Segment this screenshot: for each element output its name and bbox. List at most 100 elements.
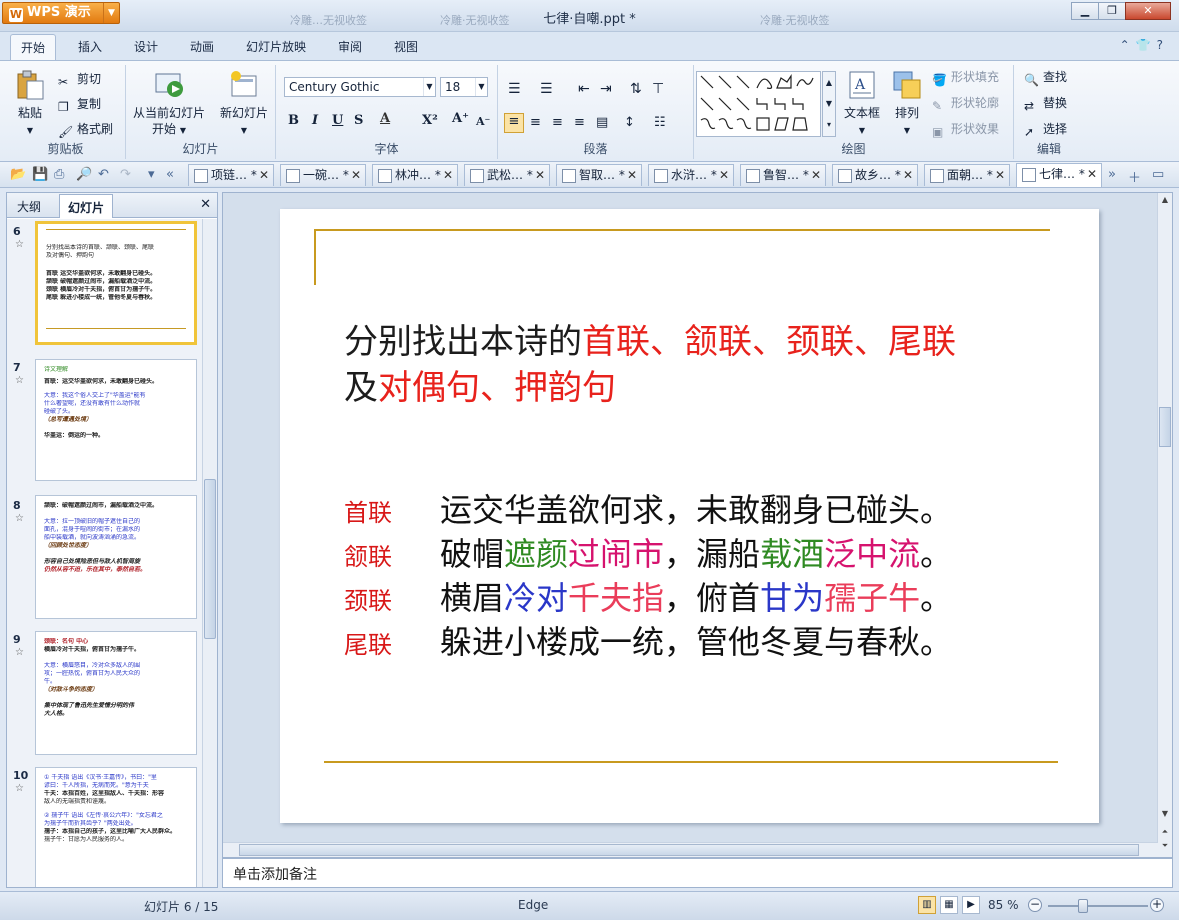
close-icon[interactable]: ✕ bbox=[811, 165, 821, 185]
zoom-slider-track[interactable] bbox=[1048, 905, 1148, 907]
slide-thumbnail[interactable]: 颈联：名句 中心 横眉冷对千夫指，俯首甘为孺子牛。 大意：横眉怒目，冷对众多敌人… bbox=[35, 631, 197, 755]
slide-thumbnail[interactable]: ① 千夫指 语出《汉书·王嘉传》，书曰："里 谚曰：千人所指，无病而死。"意为千… bbox=[35, 767, 197, 887]
superscript-button[interactable]: X² bbox=[422, 113, 438, 128]
vertical-scrollbar[interactable]: ▲ ▼ ⏶ ⏷ bbox=[1157, 193, 1172, 857]
notes-pane[interactable]: 单击添加备注 bbox=[222, 858, 1173, 888]
italic-button[interactable]: I bbox=[312, 113, 318, 128]
scroll-down-icon[interactable]: ▼ bbox=[1158, 809, 1172, 818]
close-icon[interactable]: ✕ bbox=[995, 165, 1005, 185]
increase-indent-icon[interactable]: ⇥ bbox=[600, 81, 612, 97]
scroll-up-icon[interactable]: ▲ bbox=[1158, 195, 1172, 204]
menu-view[interactable]: 视图 bbox=[394, 38, 418, 55]
paste-button[interactable]: 粘贴 ▼ bbox=[10, 69, 50, 139]
align-center-button[interactable]: ≡ bbox=[530, 115, 541, 131]
zoom-slider-handle[interactable] bbox=[1078, 899, 1088, 913]
find-button[interactable]: 🔍 查找 bbox=[1024, 69, 1067, 87]
shape-outline-button[interactable]: ✎ 形状轮廓 bbox=[932, 95, 999, 113]
font-name-select[interactable]: Century Gothic ▼ bbox=[284, 77, 436, 97]
new-slide-button[interactable]: 新幻灯片 ▼ bbox=[214, 69, 274, 139]
menu-animation[interactable]: 动画 bbox=[190, 38, 214, 55]
slideshow-button[interactable]: ▶ bbox=[962, 896, 980, 914]
play-from-current-button[interactable]: 从当前幻灯片 开始 ▼ bbox=[128, 69, 210, 139]
scrollbar-thumb[interactable] bbox=[239, 844, 1139, 856]
save-icon[interactable]: 💾 bbox=[32, 167, 48, 182]
bullets-icon[interactable]: ☰ bbox=[508, 81, 521, 97]
shapes-gallery[interactable] bbox=[696, 71, 821, 137]
tab-list-icon[interactable]: ▭ bbox=[1152, 167, 1164, 182]
slide-heading[interactable]: 分别找出本诗的首联、颔联、颈联、尾联 及对偶句、押韵句 bbox=[344, 319, 956, 411]
align-text-icon[interactable]: ⊤ bbox=[652, 81, 664, 97]
close-icon[interactable]: ✕ bbox=[200, 197, 211, 212]
horizontal-scrollbar[interactable] bbox=[223, 842, 1158, 857]
shape-effect-button[interactable]: ▣ 形状效果 bbox=[932, 121, 999, 139]
print-preview-icon[interactable]: 🔎 bbox=[76, 167, 92, 182]
decrease-indent-icon[interactable]: ⇤ bbox=[578, 81, 590, 97]
zoom-out-button[interactable]: − bbox=[1028, 898, 1042, 912]
customize-toolbar-icon[interactable]: ▾ bbox=[148, 167, 155, 182]
doc-tab[interactable]: 武松… * ✕ bbox=[464, 164, 550, 186]
close-icon[interactable]: ✕ bbox=[535, 165, 545, 185]
menu-design[interactable]: 设计 bbox=[134, 38, 158, 55]
justify-button[interactable]: ≡ bbox=[574, 115, 585, 131]
text-direction-icon[interactable]: ⇅ bbox=[630, 81, 642, 97]
scroll-tabs-right-icon[interactable]: » bbox=[1108, 167, 1116, 182]
collapse-ribbon-icon[interactable]: ⌃ bbox=[1120, 38, 1136, 52]
slide-thumbnail[interactable]: 诗文理解 首联：运交华盖欲何求，未敢翻身已碰头。 大意：我这个俗人交上了"华盖运… bbox=[35, 359, 197, 481]
close-icon[interactable]: ✕ bbox=[719, 165, 729, 185]
redo-icon[interactable]: ↷ bbox=[120, 167, 131, 182]
slide-thumbnail-selected[interactable]: 分别找出本诗的首联、颔联、颈联、尾联 及对偶句、押韵句 首联 运交华盖欲何求，未… bbox=[35, 221, 197, 345]
slide-canvas[interactable]: 分别找出本诗的首联、颔联、颈联、尾联 及对偶句、押韵句 首联 运交华盖欲何求，未敢… bbox=[280, 209, 1099, 823]
menu-insert[interactable]: 插入 bbox=[78, 38, 102, 55]
shapes-gallery-scroll[interactable]: ▲ ▼ ▾ bbox=[822, 71, 836, 137]
next-slide-icon[interactable]: ⏷ bbox=[1158, 841, 1172, 851]
shadow-button[interactable]: S bbox=[354, 113, 363, 128]
undo-icon[interactable]: ↶ bbox=[98, 167, 109, 182]
align-left-button[interactable]: ≡ bbox=[504, 113, 524, 133]
underline-button[interactable]: U bbox=[332, 113, 343, 128]
minimize-button[interactable]: ▁ bbox=[1071, 2, 1099, 20]
bold-button[interactable]: B bbox=[288, 113, 299, 128]
scrollbar-thumb[interactable] bbox=[204, 479, 216, 639]
close-icon[interactable]: ✕ bbox=[351, 165, 361, 185]
menu-review[interactable]: 审阅 bbox=[338, 38, 362, 55]
doc-tab[interactable]: 林冲… * ✕ bbox=[372, 164, 458, 186]
font-color-button[interactable]: A bbox=[380, 111, 390, 126]
close-icon[interactable]: ✕ bbox=[1087, 164, 1097, 184]
restore-button[interactable]: ❐ bbox=[1098, 2, 1126, 20]
select-button[interactable]: ➚ 选择 bbox=[1024, 121, 1067, 139]
doc-tab-active[interactable]: 七律… * ✕ bbox=[1016, 163, 1102, 187]
scrollbar-thumb[interactable] bbox=[1159, 407, 1171, 447]
copy-button[interactable]: ❐ 复制 bbox=[58, 96, 101, 114]
doc-tab[interactable]: 面朝… * ✕ bbox=[924, 164, 1010, 186]
menu-slideshow[interactable]: 幻灯片放映 bbox=[246, 38, 306, 55]
skin-icon[interactable]: 👕 bbox=[1136, 38, 1157, 52]
zoom-in-button[interactable]: + bbox=[1150, 898, 1164, 912]
close-icon[interactable]: ✕ bbox=[627, 165, 637, 185]
doc-tab[interactable]: 故乡… * ✕ bbox=[832, 164, 918, 186]
normal-view-button[interactable]: ▥ bbox=[918, 896, 936, 914]
new-tab-icon[interactable]: ＋ bbox=[1128, 167, 1141, 186]
thumbnail-scrollbar[interactable] bbox=[202, 219, 217, 887]
close-icon[interactable]: ✕ bbox=[259, 165, 269, 185]
cut-button[interactable]: ✂ 剪切 bbox=[58, 71, 101, 89]
replace-button[interactable]: ⇄ 替换 bbox=[1024, 95, 1067, 113]
slide-thumbnail[interactable]: 颔联：破帽遮颜过闹市，漏船载酒泛中流。 大意：拉一顶破旧的帽子遮住自己的 面孔，… bbox=[35, 495, 197, 619]
previous-slide-icon[interactable]: ⏶ bbox=[1158, 827, 1172, 837]
doc-tab[interactable]: 项链… * ✕ bbox=[188, 164, 274, 186]
distributed-button[interactable]: ▤ bbox=[596, 115, 608, 131]
grow-font-button[interactable]: A⁺ bbox=[452, 111, 469, 126]
numbering-icon[interactable]: ☰ bbox=[540, 81, 553, 97]
doc-tab[interactable]: 鲁智… * ✕ bbox=[740, 164, 826, 186]
arrange-button[interactable]: 排列 ▼ bbox=[888, 69, 926, 139]
print-icon[interactable]: ⎙ bbox=[54, 167, 64, 182]
scroll-tabs-left-icon[interactable]: « bbox=[166, 167, 174, 182]
close-icon[interactable]: ✕ bbox=[903, 165, 913, 185]
close-icon[interactable]: ✕ bbox=[443, 165, 453, 185]
tab-slides[interactable]: 幻灯片 bbox=[59, 194, 114, 218]
doc-tab[interactable]: 一碗… * ✕ bbox=[280, 164, 366, 186]
help-icon[interactable]: ? bbox=[1157, 38, 1169, 52]
paragraph-spacing-icon[interactable]: ☷ bbox=[654, 115, 666, 131]
close-button[interactable]: ✕ bbox=[1125, 2, 1171, 20]
line-spacing-icon[interactable]: ↕ bbox=[624, 115, 635, 131]
format-painter-button[interactable]: 🖌 格式刷 bbox=[58, 121, 113, 139]
